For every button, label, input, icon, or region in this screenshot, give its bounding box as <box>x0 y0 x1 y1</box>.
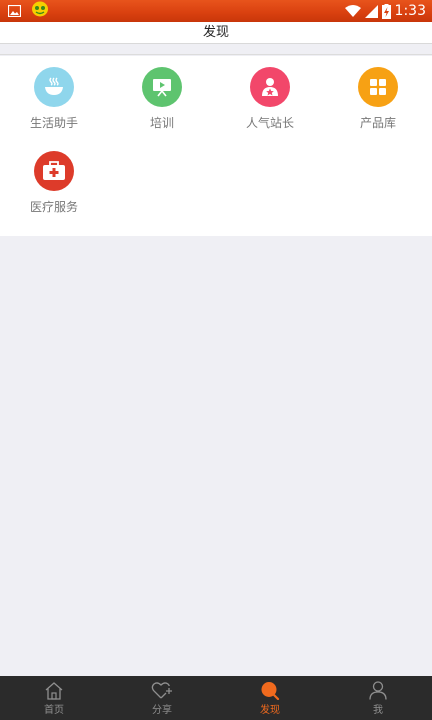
status-indicators: 1:33 <box>344 3 426 19</box>
presentation-icon <box>142 67 182 107</box>
grid-item-life-assistant[interactable]: 生活助手 <box>0 56 108 132</box>
tab-label: 发现 <box>260 704 280 716</box>
header-divider <box>0 45 432 55</box>
grid-item-label: 产品库 <box>359 116 396 130</box>
grid-item-training[interactable]: 培训 <box>108 56 216 132</box>
grid-item-label: 医疗服务 <box>29 200 78 214</box>
person-icon <box>368 680 388 700</box>
status-time: 1:33 <box>394 3 426 19</box>
tab-label: 我 <box>373 704 383 716</box>
wifi-icon <box>344 4 361 18</box>
grid-icon <box>358 67 398 107</box>
tab-discover[interactable]: 发现 <box>216 676 324 720</box>
medkit-icon <box>34 151 74 191</box>
grid-item-product-library[interactable]: 产品库 <box>324 56 432 132</box>
grid-item-label: 人气站长 <box>245 116 294 130</box>
tab-label: 首页 <box>44 704 64 716</box>
home-icon <box>44 681 64 700</box>
bowl-icon <box>34 67 74 107</box>
discover-icon <box>260 681 280 700</box>
grid-item-label: 生活助手 <box>29 116 78 130</box>
game-icon <box>31 1 49 21</box>
grid-item-label: 培训 <box>149 116 174 130</box>
tab-home[interactable]: 首页 <box>0 676 108 720</box>
bottom-nav: 首页 分享 发现 我 <box>0 676 432 720</box>
tab-share[interactable]: 分享 <box>108 676 216 720</box>
signal-icon <box>364 4 378 18</box>
grid-item-medical-service[interactable]: 医疗服务 <box>0 140 108 216</box>
tab-me[interactable]: 我 <box>324 676 432 720</box>
discover-grid: 生活助手 培训 人气站长 产品库 医疗服务 <box>0 56 432 236</box>
tab-label: 分享 <box>152 704 172 716</box>
star-user-icon <box>250 67 290 107</box>
heart-plus-icon <box>151 681 173 700</box>
battery-charging-icon <box>381 3 391 19</box>
status-notifications <box>7 1 49 21</box>
image-icon <box>7 2 22 21</box>
discover-screen: 1:33 发现 生活助手 培训 人气站长 产品库 医疗服务 首页 分享 发现 我 <box>0 0 432 720</box>
page-title: 发现 <box>0 22 432 44</box>
grid-item-popular-webmaster[interactable]: 人气站长 <box>216 56 324 132</box>
status-bar: 1:33 <box>0 0 432 22</box>
